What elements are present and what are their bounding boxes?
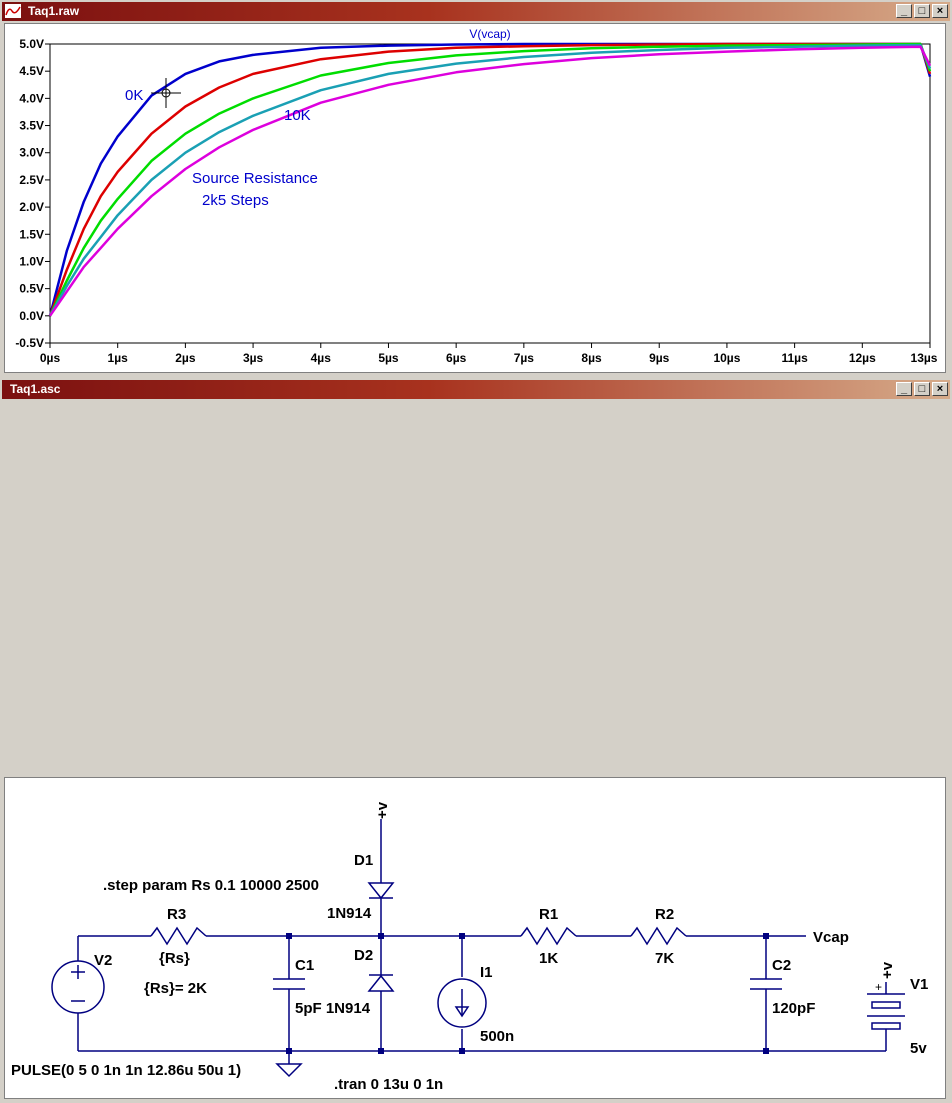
- i1-value: 500n: [480, 1028, 514, 1045]
- v2-name: V2: [94, 952, 112, 969]
- waveform-window-title: Taq1.raw: [28, 4, 80, 18]
- y-tick-label: 1.5V: [19, 227, 44, 241]
- x-tick-label: 9µs: [649, 351, 670, 365]
- schematic-canvas[interactable]: + +v +v D1 .step param Rs 0.1 10000 2500…: [4, 777, 946, 1099]
- waveform-app-icon: [5, 4, 21, 18]
- y-tick-label: 1.0V: [19, 254, 44, 268]
- y-tick-label: 3.0V: [19, 146, 44, 160]
- x-tick-label: 3µs: [243, 351, 264, 365]
- y-tick-label: 4.0V: [19, 91, 44, 105]
- vcap-net-label: Vcap: [813, 929, 849, 946]
- x-tick-label: 13µs: [911, 351, 938, 365]
- trace-label[interactable]: V(vcap): [469, 27, 510, 41]
- schematic-close-button[interactable]: ×: [932, 382, 948, 396]
- supply-label-top: +v: [374, 801, 391, 819]
- trace-line-5[interactable]: [48, 45, 932, 317]
- source-resistance-annotation: Source Resistance: [192, 170, 318, 187]
- trace-line-1[interactable]: [48, 42, 932, 317]
- schematic-minimize-button[interactable]: _: [896, 382, 912, 396]
- waveform-window: Taq1.raw _ □ × V(vcap) -0.5V 0.0V 0.5V 1.0V…: [0, 0, 952, 378]
- i1-name: I1: [480, 964, 493, 981]
- x-tick-label: 0µs: [40, 351, 61, 365]
- c2-name: C2: [772, 957, 791, 974]
- x-tick-label: 11µs: [781, 351, 808, 365]
- x-tick-label: 2µs: [175, 351, 196, 365]
- c2-value: 120pF: [772, 1000, 815, 1017]
- schematic-restore-button[interactable]: □: [914, 382, 930, 396]
- supply-label-v1: +v: [879, 961, 896, 979]
- crosshair-cursor-icon: [151, 78, 181, 108]
- r3-name: R3: [167, 906, 186, 923]
- x-tick-label: 12µs: [849, 351, 876, 365]
- close-button[interactable]: ×: [932, 4, 948, 18]
- rs-param: {Rs}= 2K: [144, 980, 207, 997]
- schematic-window: Taq1.asc _ □ × + +v +v D1 .step param Rs…: [0, 378, 952, 1099]
- plot-pane[interactable]: V(vcap) -0.5V 0.0V 0.5V 1.0V 1.5V 2.0V 2.5V 3.0…: [4, 23, 946, 373]
- trace-line-4[interactable]: [48, 43, 932, 317]
- y-tick-label: 2.5V: [19, 173, 44, 187]
- d2-name: D2: [354, 947, 373, 964]
- schematic-titlebar[interactable]: Taq1.asc _ □ ×: [2, 380, 950, 399]
- x-tick-label: 8µs: [581, 351, 602, 365]
- restore-button[interactable]: □: [914, 4, 930, 18]
- x-tick-label: 1µs: [108, 351, 129, 365]
- zero-k-annotation: 0K: [125, 87, 143, 104]
- y-tick-label: 2.0V: [19, 200, 44, 214]
- y-tick-label: -0.5V: [15, 336, 44, 350]
- schematic-window-title: Taq1.asc: [10, 382, 61, 396]
- schematic-drawing[interactable]: + +v +v D1 .step param Rs 0.1 10000 2500…: [5, 778, 945, 1098]
- y-tick-label: 3.5V: [19, 119, 44, 133]
- x-tick-label: 6µs: [446, 351, 467, 365]
- x-tick-label: 5µs: [378, 351, 399, 365]
- r1-name: R1: [539, 906, 558, 923]
- c1-value: 5pF 1N914: [295, 1000, 371, 1017]
- waveform-chart[interactable]: V(vcap) -0.5V 0.0V 0.5V 1.0V 1.5V 2.0V 2.5V 3.0…: [5, 24, 945, 372]
- c1-name: C1: [295, 957, 314, 974]
- v2-value: PULSE(0 5 0 1n 1n 12.86u 50u 1): [11, 1062, 241, 1079]
- y-tick-label: 5.0V: [19, 37, 44, 51]
- y-tick-label: 0.0V: [19, 309, 44, 323]
- ten-k-annotation: 10K: [284, 107, 311, 124]
- waveform-titlebar[interactable]: Taq1.raw _ □ ×: [2, 2, 950, 21]
- v1-plus-sign: +: [875, 980, 882, 994]
- steps-annotation: 2k5 Steps: [202, 192, 269, 209]
- trace-line-2[interactable]: [48, 42, 932, 317]
- d1-name: D1: [354, 852, 373, 869]
- minimize-button[interactable]: _: [896, 4, 912, 18]
- r1-value: 1K: [539, 950, 558, 967]
- x-tick-label: 4µs: [311, 351, 332, 365]
- r3-value: {Rs}: [159, 950, 190, 967]
- y-tick-label: 0.5V: [19, 282, 44, 296]
- x-tick-label: 10µs: [713, 351, 740, 365]
- v1-value: 5v: [910, 1040, 927, 1057]
- trace-line-3[interactable]: [48, 42, 932, 317]
- y-tick-label: 4.5V: [19, 64, 44, 78]
- v1-name: V1: [910, 976, 928, 993]
- d1-model: 1N914: [327, 905, 372, 922]
- x-tick-label: 7µs: [514, 351, 535, 365]
- tran-directive[interactable]: .tran 0 13u 0 1n: [334, 1076, 443, 1093]
- step-directive[interactable]: .step param Rs 0.1 10000 2500: [103, 877, 319, 894]
- r2-value: 7K: [655, 950, 674, 967]
- r2-name: R2: [655, 906, 674, 923]
- plot-frame: [49, 43, 931, 344]
